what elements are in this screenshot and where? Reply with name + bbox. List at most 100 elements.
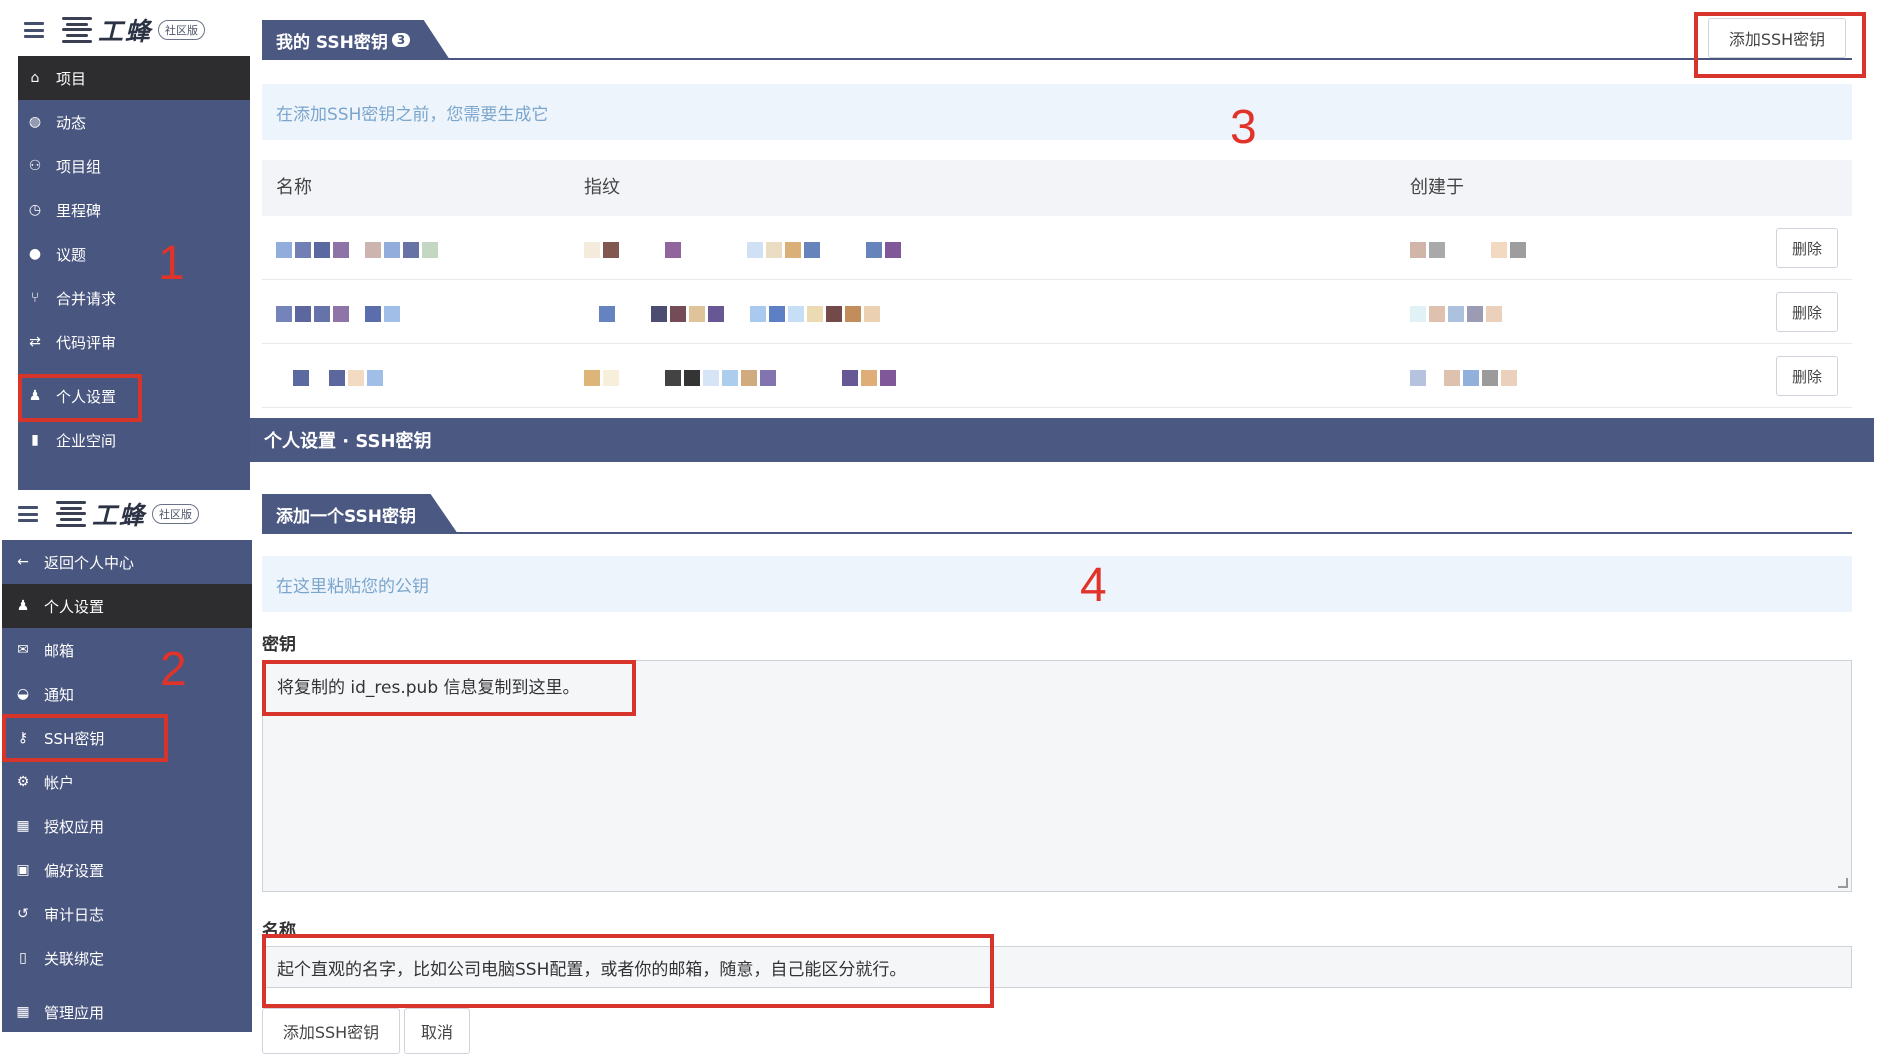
ssh-list-tab: 我的 SSH密钥 3: [262, 20, 450, 60]
issue-icon: ●: [28, 246, 42, 262]
bottom-brand: 工蜂 社区版: [18, 494, 200, 534]
step-number-4: 4: [1080, 559, 1107, 612]
sidebar-item-label: 议题: [56, 245, 87, 264]
sidebar-item[interactable]: ♟ 个人设置: [2, 584, 252, 628]
add-ssh-tab: 添加一个SSH密钥: [262, 494, 458, 534]
sidebar-item-label: 里程碑: [56, 201, 102, 220]
sidebar-item[interactable]: ▦ 管理应用: [2, 990, 252, 1034]
grid-icon: ▦: [16, 818, 30, 834]
delete-button[interactable]: 删除: [1776, 292, 1838, 332]
col-created: 创建于: [1410, 177, 1464, 198]
hamburger-icon[interactable]: [24, 22, 44, 38]
highlight-box-add-ssh-key: [1694, 12, 1866, 78]
ssh-list-header: 我的 SSH密钥 3: [262, 20, 1852, 60]
ssh-list-info: 在添加SSH密钥之前，您需要生成它: [262, 84, 1852, 140]
ssh-table-header: 名称 指纹 创建于: [262, 160, 1852, 216]
sidebar-item[interactable]: ▮ 企业空间: [18, 418, 250, 462]
cancel-button[interactable]: 取消: [404, 1008, 470, 1054]
step-number-1: 1: [158, 237, 185, 290]
step-number-3: 3: [1230, 101, 1257, 154]
building-icon: ▮: [31, 432, 39, 448]
col-fingerprint: 指纹: [584, 177, 620, 198]
sidebar-item-label: 邮箱: [44, 641, 75, 660]
sidebar-item-label: 关联绑定: [44, 949, 105, 968]
hamburger-icon[interactable]: [18, 506, 38, 522]
image-icon: ▣: [16, 862, 30, 878]
sidebar-item[interactable]: ▣ 偏好设置: [2, 848, 252, 892]
logo-icon: [56, 500, 86, 528]
sidebar-item-label: 授权应用: [44, 817, 105, 836]
mail-icon: ✉: [17, 642, 29, 658]
sidebar-item-label: 偏好设置: [44, 861, 105, 880]
brand-name: 工蜂: [92, 501, 147, 530]
inbox-icon: ◒: [16, 686, 30, 702]
sidebar-item-label: 企业空间: [56, 431, 117, 450]
merge-icon: ⑂: [30, 290, 40, 306]
delete-button[interactable]: 删除: [1776, 356, 1838, 396]
ssh-count-badge: 3: [391, 33, 411, 47]
sidebar-item[interactable]: ← 返回个人中心: [2, 540, 252, 584]
table-row: 删除: [262, 344, 1852, 408]
brand-name: 工蜂: [98, 17, 153, 46]
gear-icon: ⚙: [16, 774, 30, 790]
top-brand: 工蜂 社区版: [24, 10, 206, 50]
sidebar-item-label: 项目组: [56, 157, 102, 176]
redacted-fingerprint: [584, 242, 904, 258]
group-icon: ⚇: [28, 158, 42, 174]
arrow-left-icon: ←: [17, 554, 29, 570]
submit-ssh-key-button[interactable]: 添加SSH密钥: [262, 1008, 400, 1054]
table-row: 删除: [262, 216, 1852, 280]
settings-breadcrumb-banner: 个人设置 · SSH密钥: [250, 418, 1874, 462]
edition-badge: 社区版: [158, 20, 206, 40]
sidebar-item[interactable]: ● 议题: [18, 232, 250, 276]
redacted-date: [1410, 242, 1529, 258]
sidebar-item[interactable]: ⇄ 代码评审: [18, 320, 250, 364]
key-label: 密钥: [262, 635, 296, 655]
ssh-list-title: 我的 SSH密钥: [276, 32, 388, 53]
sidebar-item-label: 动态: [56, 113, 87, 132]
sidebar-item[interactable]: ▯ 关联绑定: [2, 936, 252, 980]
sidebar-item[interactable]: ⑂ 合并请求: [18, 276, 250, 320]
code-review-icon: ⇄: [29, 334, 41, 350]
redacted-name: [276, 370, 386, 386]
sidebar-item[interactable]: ◒ 通知: [2, 672, 252, 716]
clock-icon: ◷: [28, 202, 42, 218]
sidebar-item[interactable]: ✉ 邮箱: [2, 628, 252, 672]
table-row: 删除: [262, 280, 1852, 344]
home-icon: ⌂: [30, 70, 40, 86]
settings-sidebar: ← 返回个人中心 ♟ 个人设置 ✉ 邮箱 ◒ 通知 ⚷ SSH密钥 ⚙ 帐户 ▦ 授权应用 ▣ 偏好设置 ↺ 审计…: [2, 540, 252, 1032]
highlight-box-personal-settings: [18, 374, 142, 422]
sidebar-item-label: 代码评审: [56, 333, 117, 352]
sidebar-item[interactable]: ⚙ 帐户: [2, 760, 252, 804]
sidebar-item-label: 项目: [56, 69, 87, 88]
sidebar-item-label: 审计日志: [44, 905, 105, 924]
add-ssh-header: 添加一个SSH密钥: [262, 494, 1852, 534]
sidebar-item-label: 管理应用: [44, 1003, 105, 1022]
sidebar-item[interactable]: ◷ 里程碑: [18, 188, 250, 232]
sidebar-item[interactable]: ◍ 动态: [18, 100, 250, 144]
sidebar-item-label: 合并请求: [56, 289, 117, 308]
screenshot-root: 工蜂 社区版 ⌂ 项目 ◍ 动态 ⚇ 项目组 ◷ 里程碑 ● 议题 ⑂ 合并请求 ⇄ 代码评审 ♟ 个人设置 ▮…: [0, 0, 1880, 1058]
resize-handle-icon[interactable]: [1838, 878, 1848, 888]
sidebar-item[interactable]: ⌂ 项目: [18, 56, 250, 100]
highlight-box-key: [262, 660, 636, 716]
sidebar-item[interactable]: ▦ 授权应用: [2, 804, 252, 848]
redacted-fingerprint: [584, 370, 899, 386]
sidebar-item[interactable]: ⚇ 项目组: [18, 144, 250, 188]
redacted-fingerprint: [584, 306, 883, 322]
logo-icon: [62, 16, 92, 44]
edition-badge: 社区版: [152, 504, 200, 524]
user-icon: ♟: [16, 598, 30, 614]
activity-icon: ◍: [28, 114, 42, 130]
history-icon: ↺: [17, 906, 29, 922]
redacted-name: [276, 242, 441, 258]
book-icon: ▯: [19, 950, 27, 966]
sidebar-item-label: 返回个人中心: [44, 553, 135, 572]
grid-icon: ▦: [16, 1004, 30, 1020]
sidebar-item[interactable]: ↺ 审计日志: [2, 892, 252, 936]
step-number-2: 2: [160, 643, 187, 696]
add-ssh-info: 在这里粘贴您的公钥: [262, 556, 1852, 612]
highlight-box-ssh-keys: [2, 714, 168, 762]
project-sidebar: ⌂ 项目 ◍ 动态 ⚇ 项目组 ◷ 里程碑 ● 议题 ⑂ 合并请求 ⇄ 代码评审 ♟ 个人设置 ▮ 企业空间: [18, 56, 250, 490]
delete-button[interactable]: 删除: [1776, 228, 1838, 268]
